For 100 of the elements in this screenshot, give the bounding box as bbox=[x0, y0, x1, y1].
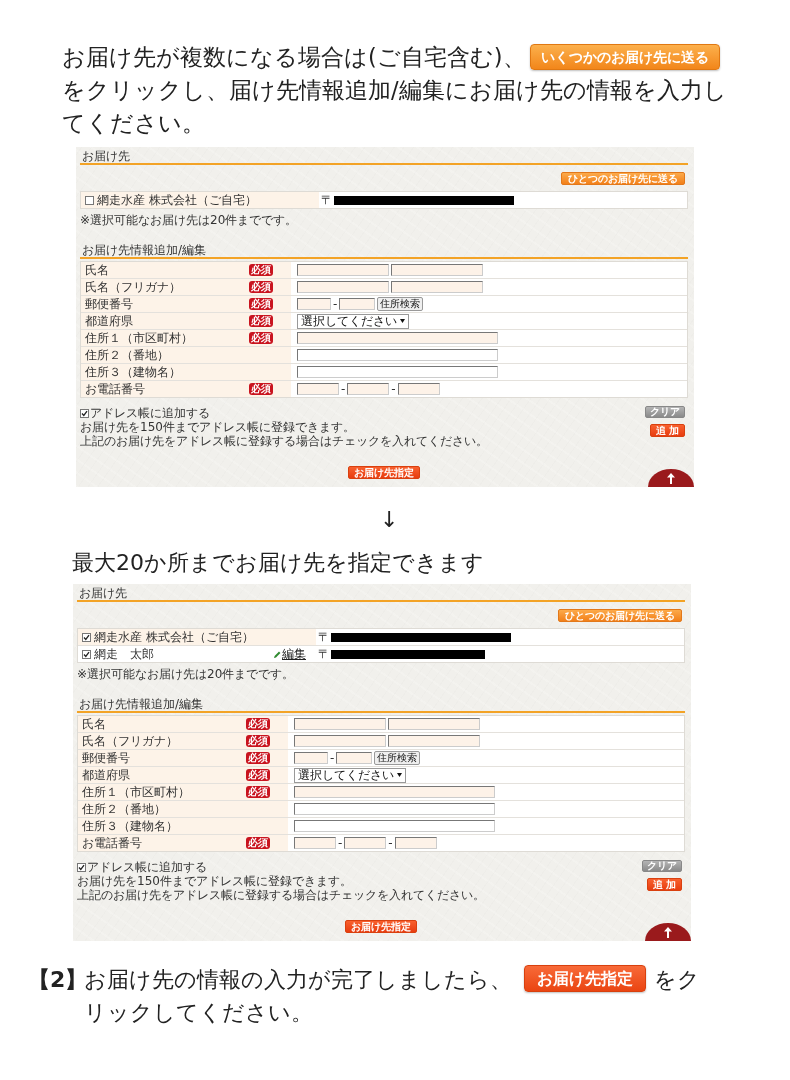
help-note: お届け先を150件までアドレス帳に登録できます。 bbox=[80, 420, 356, 434]
field-label: 郵便番号 bbox=[85, 297, 134, 311]
separator-text: - bbox=[391, 382, 396, 396]
set-destinations-button[interactable]: お届け先指定 bbox=[348, 466, 420, 479]
add-button[interactable]: 追 加 bbox=[649, 424, 685, 437]
address-search-button[interactable]: 住所検索 bbox=[377, 297, 424, 311]
input-field[interactable] bbox=[294, 803, 495, 815]
required-badge: 必須 bbox=[246, 718, 270, 730]
dropdown-caret-icon bbox=[400, 319, 405, 323]
set-destinations-button[interactable]: お届け先指定 bbox=[345, 920, 417, 933]
limit-note: ※選択可能なお届け先は20件までです。 bbox=[77, 667, 296, 681]
field-label: お電話番号 bbox=[82, 836, 143, 850]
required-badge: 必須 bbox=[249, 264, 273, 276]
field-label: お電話番号 bbox=[85, 382, 146, 396]
input-field[interactable] bbox=[339, 298, 376, 310]
input-field[interactable] bbox=[297, 383, 339, 395]
clear-button[interactable]: クリア bbox=[645, 406, 685, 418]
input-field[interactable] bbox=[297, 332, 498, 344]
input-field[interactable] bbox=[391, 264, 483, 276]
set-destinations-button[interactable]: お届け先指定 bbox=[524, 965, 646, 992]
field-label: 住所３（建物名） bbox=[85, 365, 182, 379]
field-label: 都道府県 bbox=[85, 314, 134, 328]
field-label: 氏名 bbox=[82, 717, 107, 731]
postal-mark: 〒 bbox=[321, 193, 333, 207]
field-label: 氏名 bbox=[85, 263, 110, 277]
section-heading: お届け先情報追加/編集 bbox=[77, 697, 685, 713]
pencil-icon bbox=[274, 650, 281, 658]
edit-link[interactable]: 編集 bbox=[274, 647, 306, 661]
checkbox-label: アドレス帳に追加する bbox=[87, 860, 207, 874]
section-heading: お届け先情報追加/編集 bbox=[80, 243, 688, 259]
separator-text: - bbox=[333, 297, 338, 311]
input-field[interactable] bbox=[394, 837, 437, 849]
address-name: 網走水産 株式会社（ご自宅） bbox=[97, 193, 257, 207]
back-to-top-button[interactable] bbox=[648, 469, 694, 487]
input-field[interactable] bbox=[294, 786, 495, 798]
separator-text: - bbox=[338, 836, 343, 850]
input-field[interactable] bbox=[344, 837, 387, 849]
field-label: 住所２（番地） bbox=[82, 802, 167, 816]
required-badge: 必須 bbox=[249, 315, 273, 327]
input-field[interactable] bbox=[294, 735, 386, 747]
field-label: 郵便番号 bbox=[82, 751, 131, 765]
required-badge: 必須 bbox=[249, 298, 273, 310]
prefecture-select[interactable]: 選択してください bbox=[294, 767, 406, 783]
required-badge: 必須 bbox=[249, 281, 273, 293]
field-label: 住所１（市区町村） bbox=[82, 785, 191, 799]
input-field[interactable] bbox=[347, 383, 390, 395]
checkbox[interactable] bbox=[77, 862, 86, 872]
prefecture-select[interactable]: 選択してください bbox=[297, 313, 409, 329]
send-to-one-button[interactable]: ひとつのお届け先に送る bbox=[561, 172, 685, 185]
address-search-button[interactable]: 住所検索 bbox=[374, 751, 421, 765]
up-arrow-icon bbox=[664, 927, 672, 938]
checkbox[interactable] bbox=[80, 408, 89, 418]
input-field[interactable] bbox=[297, 366, 498, 378]
field-label: 住所１（市区町村） bbox=[85, 331, 194, 345]
required-badge: 必須 bbox=[246, 837, 270, 849]
required-badge: 必須 bbox=[246, 735, 270, 747]
section-heading: お届け先 bbox=[80, 149, 688, 165]
input-field[interactable] bbox=[297, 264, 389, 276]
input-field[interactable] bbox=[397, 383, 440, 395]
checkbox-label: アドレス帳に追加する bbox=[90, 406, 210, 420]
send-to-one-button[interactable]: ひとつのお届け先に送る bbox=[558, 609, 682, 622]
field-label: 住所３（建物名） bbox=[82, 819, 179, 833]
input-field[interactable] bbox=[294, 837, 336, 849]
section-heading: お届け先 bbox=[77, 586, 685, 602]
clear-button[interactable]: クリア bbox=[642, 860, 682, 872]
input-field[interactable] bbox=[391, 281, 483, 293]
down-arrow: ↓ bbox=[380, 507, 399, 533]
separator-text: - bbox=[341, 382, 346, 396]
input-field[interactable] bbox=[297, 281, 389, 293]
input-field[interactable] bbox=[294, 752, 328, 764]
back-to-top-button[interactable] bbox=[645, 923, 691, 941]
send-to-multiple-button[interactable]: いくつかのお届け先に送る bbox=[529, 44, 720, 70]
up-arrow-icon bbox=[667, 473, 675, 484]
input-field[interactable] bbox=[294, 718, 386, 730]
dropdown-caret-icon bbox=[397, 773, 402, 777]
instruction-text: お届け先の情報の入力が完了しましたら、 お届け先指定 をクリックしてください。 bbox=[84, 964, 701, 1027]
input-field[interactable] bbox=[388, 735, 480, 747]
postal-mark: 〒 bbox=[318, 647, 330, 661]
help-note: お届け先を150件までアドレス帳に登録できます。 bbox=[77, 874, 353, 888]
checkbox[interactable] bbox=[82, 649, 91, 659]
required-badge: 必須 bbox=[249, 332, 273, 344]
checkbox[interactable] bbox=[85, 195, 94, 205]
help-note: 上記のお届け先をアドレス帳に登録する場合はチェックを入れてください。 bbox=[77, 888, 485, 902]
input-field[interactable] bbox=[388, 718, 480, 730]
required-badge: 必須 bbox=[249, 383, 273, 395]
field-label: 氏名（フリガナ） bbox=[82, 734, 179, 748]
separator-text: - bbox=[388, 836, 393, 850]
required-badge: 必須 bbox=[246, 752, 270, 764]
limit-note: ※選択可能なお届け先は20件までです。 bbox=[80, 213, 299, 227]
input-field[interactable] bbox=[336, 752, 373, 764]
input-field[interactable] bbox=[294, 820, 495, 832]
field-label: 住所２（番地） bbox=[85, 348, 170, 362]
field-label: 氏名（フリガナ） bbox=[85, 280, 182, 294]
input-field[interactable] bbox=[297, 349, 498, 361]
checkbox[interactable] bbox=[82, 632, 91, 642]
required-badge: 必須 bbox=[246, 786, 270, 798]
step-number: 【2】 bbox=[28, 966, 84, 994]
input-field[interactable] bbox=[297, 298, 331, 310]
postal-mark: 〒 bbox=[318, 630, 330, 644]
add-button[interactable]: 追 加 bbox=[646, 878, 682, 891]
